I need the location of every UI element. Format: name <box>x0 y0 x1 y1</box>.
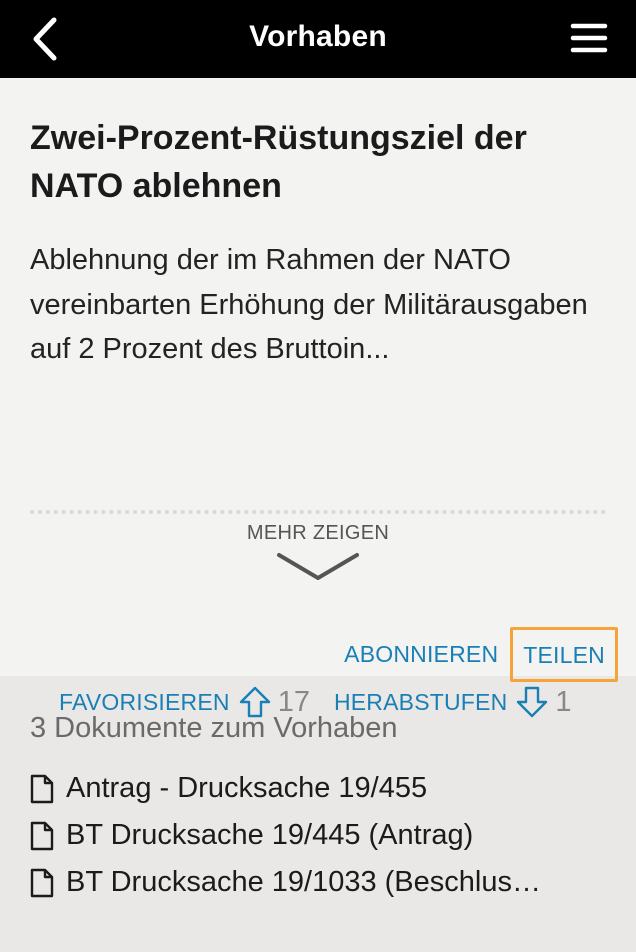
proposal-card: Zwei-Prozent-Rüstungsziel der NATO ableh… <box>0 78 636 718</box>
share-button[interactable]: TEILEN <box>523 642 605 668</box>
show-more-label: MEHR ZEIGEN <box>246 522 390 544</box>
document-item[interactable]: BT Drucksache 19/1033 (Beschlus… <box>30 859 606 906</box>
documents-list: Antrag - Drucksache 19/455 BT Drucksache… <box>30 765 606 906</box>
primary-actions: ABONNIEREN TEILEN <box>344 626 618 682</box>
proposal-title: Zwei-Prozent-Rüstungsziel der NATO ableh… <box>30 119 527 205</box>
dotted-divider <box>30 510 606 514</box>
vote-actions: FAVORISIEREN 17 HERABSTUFEN 1 <box>59 682 619 722</box>
downgrade-group: HERABSTUFEN 1 <box>334 685 572 719</box>
document-label: BT Drucksache 19/1033 (Beschlus… <box>66 866 541 898</box>
downgrade-button[interactable]: HERABSTUFEN <box>334 689 507 716</box>
document-icon <box>30 868 54 897</box>
document-icon <box>30 774 54 803</box>
arrow-up-icon[interactable] <box>238 685 272 719</box>
navbar: Vorhaben <box>0 0 636 78</box>
document-item[interactable]: Antrag - Drucksache 19/455 <box>30 765 606 812</box>
proposal-description: Ablehnung der im Rahmen der NATO vereinb… <box>30 244 588 365</box>
favorite-button[interactable]: FAVORISIEREN <box>59 689 230 716</box>
arrow-down-icon[interactable] <box>515 685 549 719</box>
upvote-count: 17 <box>277 685 310 718</box>
page-title: Vorhaben <box>249 20 387 53</box>
chevron-down-icon <box>277 553 359 580</box>
favorite-group: FAVORISIEREN 17 <box>59 685 310 719</box>
share-button-highlight[interactable]: TEILEN <box>510 626 618 682</box>
downvote-count: 1 <box>555 685 572 718</box>
document-label: BT Drucksache 19/445 (Antrag) <box>66 819 474 851</box>
show-more-button[interactable]: MEHR ZEIGEN <box>0 522 636 583</box>
hamburger-menu-icon[interactable] <box>570 20 608 58</box>
document-icon <box>30 821 54 850</box>
document-label: Antrag - Drucksache 19/455 <box>66 772 428 804</box>
subscribe-button[interactable]: ABONNIEREN <box>344 641 498 668</box>
document-item[interactable]: BT Drucksache 19/445 (Antrag) <box>30 812 606 859</box>
